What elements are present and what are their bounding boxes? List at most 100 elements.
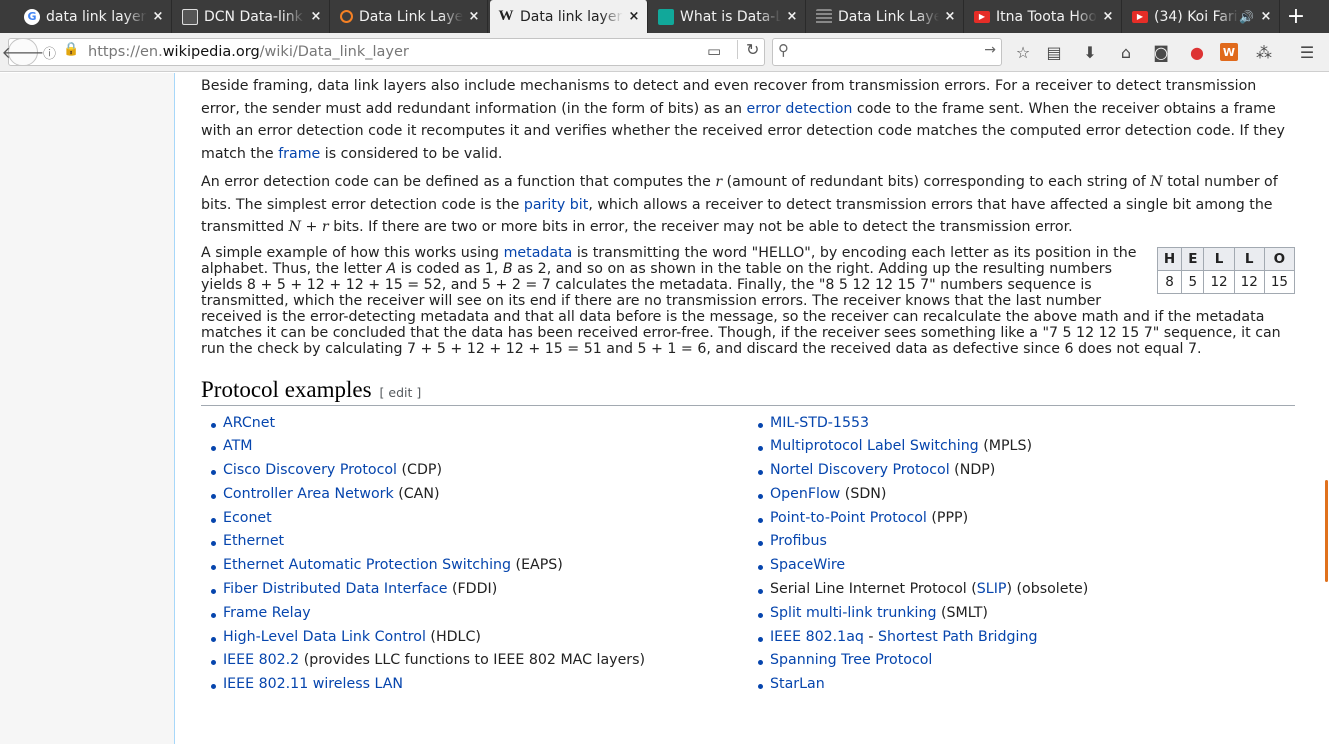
close-tab-icon[interactable]: × — [1259, 9, 1273, 24]
protocol-link[interactable]: Fiber Distributed Data Interface — [223, 581, 447, 597]
list-item: IEEE 802.1aq - Shortest Path Bridging — [748, 626, 1295, 650]
protocol-link[interactable]: Spanning Tree Protocol — [770, 652, 932, 668]
protocol-link[interactable]: ATM — [223, 438, 253, 454]
bookmark-star-icon[interactable]: ☆ — [1012, 40, 1034, 64]
protocol-link[interactable]: Controller Area Network — [223, 486, 394, 502]
speaker-icon[interactable]: 🔊 — [1239, 10, 1255, 24]
list-item: Frame Relay — [201, 602, 748, 626]
link-frame[interactable]: frame — [278, 146, 320, 162]
pocket-icon[interactable]: ◙ — [1150, 40, 1172, 64]
close-tab-icon[interactable]: × — [785, 9, 799, 24]
tab-title: Data link layer - Wikipedia — [520, 8, 623, 25]
lock-icon[interactable]: 🔒 — [63, 42, 79, 57]
protocol-link[interactable]: OpenFlow — [770, 486, 840, 502]
url-bar[interactable]: 🡐 ⓘ 🔒 https://en.wikipedia.org/wiki/Data… — [2, 38, 765, 66]
text: A simple example of how this works using — [201, 244, 504, 261]
protocol-link[interactable]: Cisco Discovery Protocol — [223, 462, 397, 478]
downloads-icon[interactable]: ⬇ — [1079, 40, 1101, 64]
close-tab-icon[interactable]: × — [467, 9, 481, 24]
link-parity-bit[interactable]: parity bit — [524, 197, 588, 213]
tab-google-search[interactable]: G data link layer - Google Search × — [16, 0, 172, 33]
section-heading: Protocol examples [ edit ] — [201, 377, 1295, 406]
url-text[interactable]: https://en.wikipedia.org/wiki/Data_link_… — [88, 44, 409, 60]
protocol-link[interactable]: Econet — [223, 510, 272, 526]
math-n: N — [1150, 174, 1163, 190]
protocol-link[interactable]: StarLan — [770, 676, 825, 692]
list-item: Multiprotocol Label Switching (MPLS) — [748, 435, 1295, 459]
protocol-link[interactable]: Multiprotocol Label Switching — [770, 438, 979, 454]
extension-network-icon[interactable]: ⁂ — [1253, 40, 1275, 64]
back-button[interactable]: 🡐 — [2, 38, 44, 66]
protocol-link[interactable]: High-Level Data Link Control — [223, 629, 426, 645]
list-item: SpaceWire — [748, 554, 1295, 578]
tab-wikipedia-active[interactable]: W Data link layer - Wikipedia × — [490, 0, 648, 33]
tab-data-link-layer-1[interactable]: Data Link Layer × — [332, 0, 488, 33]
list-item: ARCnet — [201, 412, 748, 436]
protocol-link[interactable]: SLIP — [977, 581, 1007, 597]
close-tab-icon[interactable]: × — [151, 9, 165, 24]
scrollbar-thumb[interactable] — [1325, 480, 1328, 582]
section-title: Protocol examples — [201, 376, 372, 402]
protocol-link[interactable]: SpaceWire — [770, 557, 845, 573]
table-cell: 12 — [1233, 269, 1265, 294]
list-item: Nortel Discovery Protocol (NDP) — [748, 459, 1295, 483]
tab-what-is-data-link[interactable]: What is Data-Link Layer × — [650, 0, 806, 33]
list-item: Ethernet Automatic Protection Switching … — [201, 554, 748, 578]
bookmarks-list-icon[interactable]: ▤ — [1043, 40, 1065, 64]
tab-dcn[interactable]: DCN Data-link Layer × — [174, 0, 330, 33]
new-tab-button[interactable]: + — [1281, 0, 1311, 33]
list-item: StarLan — [748, 673, 1295, 697]
hello-table: H E L L O 8 5 12 12 15 — [1156, 246, 1296, 294]
text: Serial Line Internet Protocol ( — [770, 581, 977, 598]
protocol-link[interactable]: IEEE 802.2 — [223, 652, 299, 668]
menu-icon[interactable]: ☰ — [1296, 40, 1318, 64]
protocol-link[interactable]: Nortel Discovery Protocol — [770, 462, 950, 478]
dcn-icon — [182, 8, 198, 25]
list-item: Point-to-Point Protocol (PPP) — [748, 507, 1295, 531]
text: (PPP) — [926, 509, 969, 526]
close-tab-icon[interactable]: × — [627, 9, 641, 24]
reload-icon[interactable]: ↻ — [737, 40, 759, 59]
link-error-detection[interactable]: error detection — [747, 101, 853, 117]
protocol-link[interactable]: Ethernet Automatic Protection Switching — [223, 557, 511, 573]
tab-youtube-1[interactable]: ▶ Itna Toota Hoon × — [966, 0, 1122, 33]
edit-section-link[interactable]: [ edit ] — [380, 385, 422, 400]
protocol-list-left: ARCnet ATM Cisco Discovery Protocol (CDP) C… — [201, 412, 748, 698]
protocol-link[interactable]: MIL-STD-1553 — [770, 415, 869, 431]
youtube-icon: ▶ — [974, 10, 990, 23]
protocol-link[interactable]: IEEE 802.11 wireless LAN — [223, 676, 403, 692]
close-tab-icon[interactable]: × — [1101, 9, 1115, 24]
tab-youtube-2[interactable]: ▶ (34) Koi Fariyaad 🔊 × — [1124, 0, 1280, 33]
text: (FDDI) — [447, 581, 498, 598]
extension-w-icon[interactable]: W — [1218, 40, 1240, 64]
google-icon: G — [24, 8, 40, 25]
protocol-link[interactable]: Split multi-link trunking — [770, 605, 936, 621]
reader-view-icon[interactable]: ▭ — [707, 42, 721, 60]
list-item: ATM — [201, 435, 748, 459]
tab-title: DCN Data-link Layer — [204, 8, 305, 25]
teal-square-icon — [658, 8, 674, 25]
article-body: Beside framing, data link layers also in… — [201, 73, 1296, 698]
protocol-link[interactable]: IEEE 802.1aq — [770, 629, 864, 645]
protocol-link[interactable]: Point-to-Point Protocol — [770, 510, 927, 526]
info-icon[interactable]: ⓘ — [43, 43, 56, 62]
url-path: /wiki/Data_link_layer — [259, 44, 409, 60]
close-tab-icon[interactable]: × — [309, 9, 323, 24]
search-go-icon[interactable]: → — [984, 42, 996, 58]
url-host: wikipedia.org — [162, 44, 260, 60]
protocol-link[interactable]: Shortest Path Bridging — [878, 629, 1037, 645]
link-metadata[interactable]: metadata — [504, 245, 573, 261]
table-cell: 8 — [1156, 269, 1183, 294]
home-icon[interactable]: ⌂ — [1115, 40, 1137, 64]
navigation-toolbar: 🡐 ⓘ 🔒 https://en.wikipedia.org/wiki/Data… — [0, 33, 1329, 72]
protocol-link[interactable]: ARCnet — [223, 415, 275, 431]
search-bar[interactable]: ⚲ → — [772, 38, 1002, 66]
protocol-link[interactable]: Frame Relay — [223, 605, 311, 621]
tab-data-link-layer-2[interactable]: Data Link Layer × — [808, 0, 964, 33]
extension-color-icon[interactable]: ● — [1186, 40, 1208, 64]
close-tab-icon[interactable]: × — [943, 9, 957, 24]
protocol-link[interactable]: Ethernet — [223, 533, 284, 549]
wikipedia-icon: W — [498, 8, 514, 24]
protocol-link[interactable]: Profibus — [770, 533, 827, 549]
scrollbar[interactable] — [1321, 73, 1329, 744]
